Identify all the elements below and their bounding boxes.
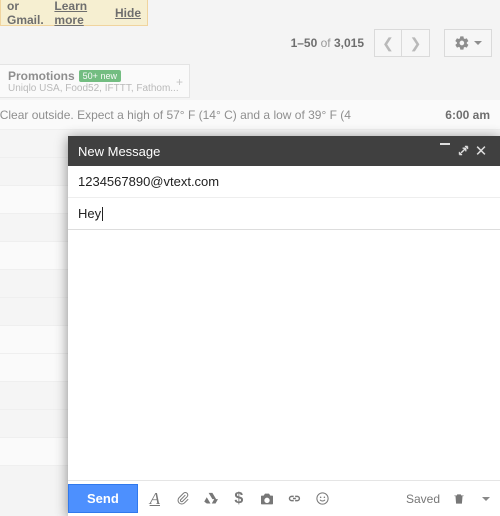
promotions-label: Promotions — [8, 69, 75, 83]
gear-icon — [454, 35, 470, 51]
to-field[interactable]: 1234567890@vtext.com — [68, 166, 500, 198]
promotions-badge: 50+ new — [79, 70, 121, 82]
subject-value: Hey — [78, 206, 101, 221]
emoji-button[interactable] — [310, 484, 336, 513]
pagination-range: 1–50 — [291, 36, 318, 50]
promotions-senders: Uniqlo USA, Food52, IFTTT, Fathom... — [8, 83, 181, 94]
discard-button[interactable] — [446, 484, 472, 513]
info-banner: or Gmail. Learn more Hide — [0, 0, 148, 26]
formatting-button[interactable]: A — [142, 484, 168, 513]
pagination-of: of — [321, 36, 331, 50]
dollar-icon: $ — [234, 490, 243, 508]
compose-window: New Message ✕ 1234567890@vtext.com Hey S… — [68, 136, 500, 516]
chevron-left-icon: ❮ — [382, 35, 394, 52]
camera-icon — [259, 491, 275, 507]
link-icon — [286, 490, 303, 507]
drive-button[interactable] — [198, 484, 224, 513]
message-subject: tly, it's 30° F (-1° C) and Clear outsid… — [0, 108, 445, 122]
send-button[interactable]: Send — [68, 484, 138, 513]
plus-icon: + — [176, 75, 183, 89]
photo-button[interactable] — [254, 484, 280, 513]
to-value: 1234567890@vtext.com — [78, 174, 219, 189]
trash-icon — [452, 492, 466, 506]
popout-icon — [458, 145, 469, 156]
send-label: Send — [87, 491, 119, 506]
emoji-icon — [315, 491, 330, 506]
text-caret — [102, 207, 103, 221]
link-button[interactable] — [282, 484, 308, 513]
chevron-right-icon: ❯ — [410, 35, 422, 52]
message-row[interactable]: tly, it's 30° F (-1° C) and Clear outsid… — [0, 100, 500, 130]
saved-label: Saved — [406, 492, 440, 506]
prev-page-button[interactable]: ❮ — [374, 29, 402, 57]
banner-prefix: or Gmail. — [7, 0, 50, 27]
hide-link[interactable]: Hide — [115, 6, 141, 20]
pagination-text: 1–50 of 3,015 — [291, 36, 364, 50]
compose-toolbar: Send A $ Saved — [68, 480, 500, 516]
settings-button[interactable] — [444, 29, 492, 57]
popout-button[interactable] — [454, 144, 472, 159]
next-page-button[interactable]: ❯ — [402, 29, 430, 57]
compose-title-text: New Message — [78, 144, 160, 159]
drive-icon — [203, 491, 218, 506]
dollar-button[interactable]: $ — [226, 484, 252, 513]
format-icon: A — [150, 489, 160, 509]
compose-titlebar[interactable]: New Message ✕ — [68, 136, 500, 166]
toolbar-row: 1–50 of 3,015 ❮ ❯ — [0, 26, 500, 60]
caret-down-icon — [482, 497, 490, 501]
more-options-button[interactable] — [474, 484, 494, 513]
close-button[interactable]: ✕ — [472, 142, 490, 160]
compose-body[interactable] — [68, 230, 500, 480]
learn-more-link[interactable]: Learn more — [54, 0, 109, 27]
paperclip-icon — [175, 491, 190, 506]
close-icon: ✕ — [475, 143, 488, 160]
message-time: 6:00 am — [445, 108, 490, 122]
subject-field[interactable]: Hey — [68, 198, 500, 230]
pagination-total: 3,015 — [334, 36, 364, 50]
caret-down-icon — [474, 41, 482, 45]
attach-button[interactable] — [170, 484, 196, 513]
promotions-tab[interactable]: Promotions 50+ new Uniqlo USA, Food52, I… — [0, 64, 190, 98]
pagination-nav: ❮ ❯ — [374, 29, 430, 57]
